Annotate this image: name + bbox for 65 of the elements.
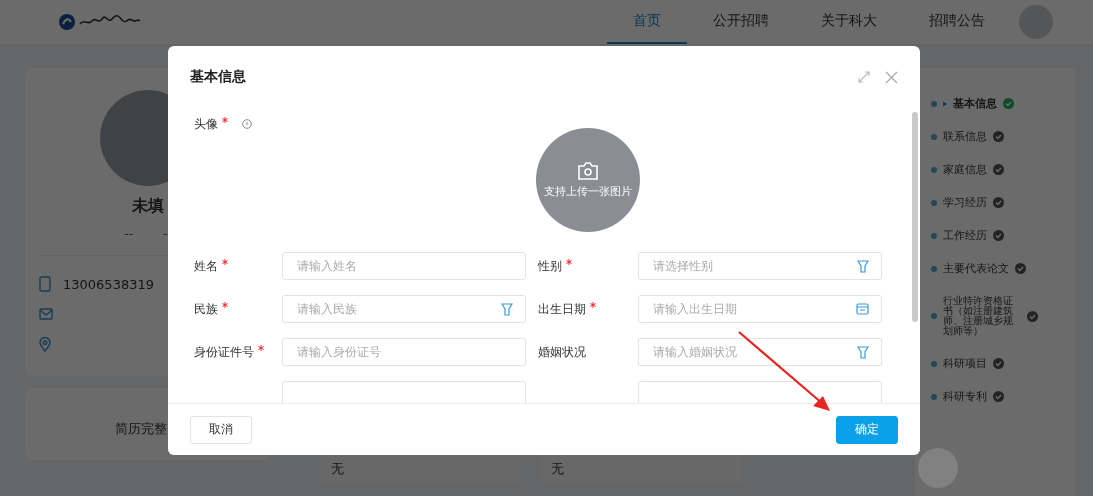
step-item[interactable]: 行业特许资格证书（如注册建筑师、注册城乡规划师等） — [931, 296, 1065, 336]
calendar-icon — [856, 303, 869, 315]
required-asterisk-icon — [222, 259, 228, 265]
phone-number: 13006538319 — [63, 276, 154, 292]
step-item[interactable]: 基本信息 — [931, 98, 1065, 109]
step-item[interactable]: 工作经历 — [931, 230, 1065, 241]
required-asterisk-icon — [222, 302, 228, 308]
camera-icon — [577, 161, 599, 180]
input-field[interactable]: 请输入出生日期 — [638, 295, 882, 323]
confirm-button[interactable]: 确定 — [836, 415, 898, 444]
check-icon — [1015, 263, 1026, 274]
field-label: 姓名 — [194, 257, 218, 275]
nav-tab[interactable]: 关于科大 — [795, 0, 903, 44]
dropdown-icon — [857, 259, 869, 273]
input-field[interactable] — [282, 381, 526, 403]
step-item[interactable]: 科研专利 — [931, 391, 1065, 402]
avatar-upload[interactable]: 支持上传一张图片 — [536, 128, 640, 232]
required-asterisk-icon — [222, 117, 228, 123]
nav-tab[interactable]: 首页 — [607, 0, 687, 44]
back-to-top-button[interactable] — [918, 448, 958, 488]
check-icon — [993, 230, 1004, 241]
field-label: 性别 — [538, 257, 562, 275]
step-item[interactable]: 科研项目 — [931, 358, 1065, 369]
step-item[interactable]: 学习经历 — [931, 197, 1065, 208]
field-label: 身份证件号 — [194, 343, 254, 361]
completeness-title: 简历完整 — [115, 420, 167, 438]
check-icon — [993, 131, 1004, 142]
close-icon[interactable] — [885, 70, 898, 84]
check-icon — [993, 164, 1004, 175]
required-asterisk-icon — [590, 302, 596, 308]
help-icon — [242, 119, 252, 129]
required-asterisk-icon — [258, 345, 264, 351]
upload-hint: 支持上传一张图片 — [544, 183, 632, 199]
location-icon — [39, 336, 51, 352]
field-label: 婚姻状况 — [538, 343, 586, 361]
field-label: 民族 — [194, 300, 218, 318]
step-item[interactable]: 家庭信息 — [931, 164, 1065, 175]
required-asterisk-icon — [566, 259, 572, 265]
input-field[interactable]: 请输入姓名 — [282, 252, 526, 280]
scrollbar[interactable] — [912, 112, 918, 322]
mail-icon — [39, 308, 53, 320]
check-icon — [993, 391, 1004, 402]
expand-icon[interactable] — [857, 70, 871, 84]
field-label: 头像 — [194, 115, 218, 133]
profile-name: 未填 — [132, 196, 164, 217]
current-marker-icon — [943, 100, 947, 107]
nav-tab[interactable]: 招聘公告 — [903, 0, 1011, 44]
step-item[interactable]: 联系信息 — [931, 131, 1065, 142]
profile-meta: -- — [124, 227, 133, 241]
input-field[interactable]: 请输入身份证号 — [282, 338, 526, 366]
dropdown-icon — [501, 302, 513, 316]
cancel-button[interactable]: 取消 — [190, 415, 252, 444]
step-item[interactable]: 主要代表论文 — [931, 263, 1065, 274]
check-icon — [1027, 310, 1038, 322]
field-label: 出生日期 — [538, 300, 586, 318]
input-field[interactable]: 请输入民族 — [282, 295, 526, 323]
dialog-title: 基本信息 — [190, 68, 246, 86]
check-icon — [1003, 98, 1014, 109]
input-field[interactable]: 请选择性别 — [638, 252, 882, 280]
dropdown-icon — [857, 345, 869, 359]
check-icon — [993, 197, 1004, 208]
phone-icon — [39, 276, 51, 292]
nav-tab[interactable]: 公开招聘 — [687, 0, 795, 44]
input-field[interactable]: 请输入婚姻状况 — [638, 338, 882, 366]
check-icon — [993, 358, 1004, 369]
